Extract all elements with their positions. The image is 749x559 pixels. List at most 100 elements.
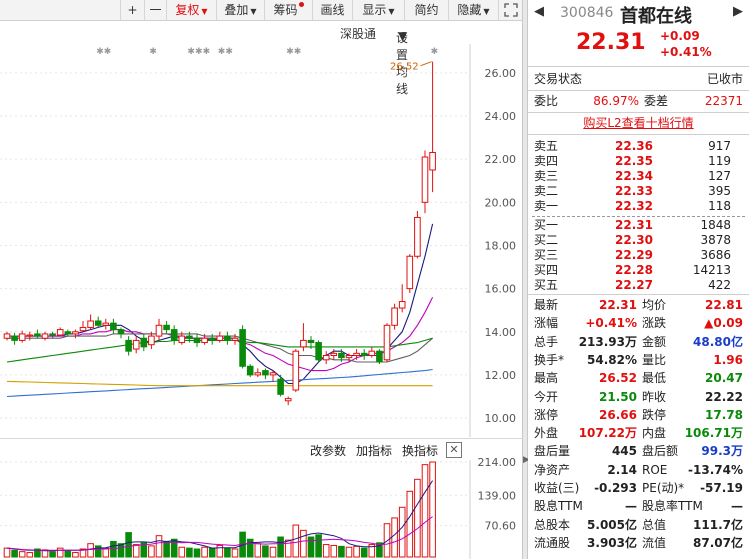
stat-value: -57.19 bbox=[700, 481, 743, 495]
book-volume: 127 bbox=[708, 169, 731, 183]
candle-body bbox=[368, 350, 376, 356]
candle-body bbox=[18, 333, 26, 341]
candle-body bbox=[315, 342, 322, 361]
stat-label: 均价 bbox=[642, 298, 667, 312]
candle-body bbox=[406, 255, 414, 290]
volume-bar bbox=[224, 547, 231, 558]
candle-body bbox=[64, 331, 72, 335]
stat-value: 21.50 bbox=[599, 389, 637, 404]
stat-value: 111.7亿 bbox=[693, 517, 743, 532]
stats-row: 盘后量 445 盘后额 99.3万 bbox=[528, 443, 749, 459]
stat-value: 2.14 bbox=[607, 462, 637, 477]
ask-row[interactable]: 卖五 22.36 917 bbox=[528, 138, 749, 154]
candle-body bbox=[353, 352, 360, 356]
bid-row[interactable]: 买二 22.30 3878 bbox=[528, 232, 749, 248]
candle-body bbox=[224, 335, 231, 341]
volume-bar bbox=[315, 534, 322, 558]
volume-bar bbox=[18, 551, 26, 558]
volume-bar bbox=[391, 517, 398, 558]
bid-row[interactable]: 买四 22.28 14213 bbox=[528, 262, 749, 278]
buy-l2-link[interactable]: 购买L2查看十档行情 bbox=[583, 116, 693, 130]
trade-status-label: 交易状态 bbox=[534, 72, 583, 86]
book-label: 买四 bbox=[534, 263, 559, 277]
stat-label: 盘后额 bbox=[642, 444, 679, 459]
bid-row[interactable]: 买一 22.31 1848 bbox=[528, 217, 749, 233]
stats-row: 流通股 3.903亿 流值 87.07亿 bbox=[528, 535, 749, 551]
candle-body bbox=[41, 333, 49, 339]
book-volume: 119 bbox=[708, 154, 731, 168]
quote-panel: ◀ 300846 首都在线 ▶ 22.31 +0.09 +0.41% 交易状态 … bbox=[528, 0, 749, 559]
price-tick-label: 10.00 bbox=[485, 412, 517, 425]
candle-body bbox=[239, 329, 246, 367]
stat-value: 22.22 bbox=[705, 389, 743, 404]
volume-bar bbox=[406, 490, 414, 558]
book-volume: 118 bbox=[708, 199, 731, 213]
stats-row: 外盘 107.22万 内盘 106.71万 bbox=[528, 425, 749, 441]
volume-bar bbox=[262, 545, 269, 558]
candle-body bbox=[429, 151, 436, 171]
stat-label: 流通股 bbox=[534, 535, 571, 550]
stat-label: 总值 bbox=[642, 517, 667, 532]
candle-body bbox=[26, 334, 34, 337]
book-label: 买五 bbox=[534, 278, 559, 292]
prev-stock-icon[interactable]: ◀ bbox=[534, 4, 544, 19]
event-marker-icon: ✱ bbox=[225, 47, 233, 57]
trade-status-value: 已收市 bbox=[706, 72, 743, 86]
add-indicator-button[interactable]: 加指标 bbox=[356, 442, 392, 459]
stats-row: 涨停 26.66 跌停 17.78 bbox=[528, 407, 749, 423]
book-label: 买二 bbox=[534, 233, 559, 247]
change-params-button[interactable]: 改参数 bbox=[310, 442, 346, 459]
candle-body bbox=[170, 329, 178, 341]
volume-bar bbox=[292, 524, 300, 558]
volume-bar bbox=[231, 548, 239, 558]
stat-value: +0.41% bbox=[585, 316, 637, 331]
bid-row[interactable]: 买五 22.27 422 bbox=[528, 277, 749, 293]
candle-body bbox=[208, 337, 216, 341]
volume-bar bbox=[353, 545, 360, 558]
stat-value: 20.47 bbox=[705, 371, 743, 386]
candle-body bbox=[421, 156, 429, 203]
stat-label: 盘后量 bbox=[534, 444, 571, 459]
candle-body bbox=[414, 216, 421, 257]
volume-bar bbox=[186, 547, 193, 558]
ask-row[interactable]: 卖一 22.32 118 bbox=[528, 198, 749, 214]
book-price: 22.28 bbox=[615, 263, 653, 277]
stat-value: 1.96 bbox=[713, 352, 743, 367]
stat-label: 内盘 bbox=[642, 426, 667, 441]
stat-value: 5.005亿 bbox=[587, 517, 637, 532]
next-stock-icon[interactable]: ▶ bbox=[733, 4, 743, 19]
bid-row[interactable]: 买三 22.29 3686 bbox=[528, 247, 749, 263]
weibi-label: 委比 bbox=[534, 94, 559, 108]
candle-body bbox=[34, 333, 41, 337]
book-price: 22.30 bbox=[615, 233, 653, 247]
ask-row[interactable]: 卖三 22.34 127 bbox=[528, 168, 749, 184]
candle-body bbox=[178, 335, 186, 344]
stat-value: 48.80亿 bbox=[693, 334, 743, 349]
volume-bar bbox=[132, 544, 140, 558]
collapse-arrow-icon[interactable]: ▶ bbox=[523, 455, 530, 465]
ma-lines bbox=[6, 223, 434, 398]
candle-body bbox=[391, 307, 398, 326]
book-price: 22.35 bbox=[615, 154, 653, 168]
kline-chart[interactable]: ✱ ✱ ✱ ✱ ✱ ✱ ✱ ✱ ✱ ✱ ✱ 26.0024.0022.0020.0018.0016.… bbox=[0, 0, 522, 559]
stat-value: 445 bbox=[611, 444, 637, 459]
candle-body bbox=[87, 320, 94, 328]
switch-indicator-button[interactable]: 换指标 bbox=[402, 442, 438, 459]
ask-row[interactable]: 卖四 22.35 119 bbox=[528, 153, 749, 169]
close-icon[interactable]: ✕ bbox=[446, 442, 462, 458]
event-markers: ✱ ✱ ✱ ✱ ✱ ✱ ✱ ✱ ✱ ✱ ✱ bbox=[96, 47, 438, 57]
book-price: 22.29 bbox=[615, 248, 653, 262]
stats-row: 今开 21.50 昨收 22.22 bbox=[528, 389, 749, 405]
event-marker-icon: ✱ bbox=[104, 47, 112, 57]
ask-row[interactable]: 卖二 22.33 395 bbox=[528, 183, 749, 199]
price-tick-label: 12.00 bbox=[485, 369, 517, 382]
stat-label: 最低 bbox=[642, 371, 667, 386]
book-volume: 3686 bbox=[700, 248, 731, 262]
stat-label: 最高 bbox=[534, 371, 559, 386]
candle-body bbox=[186, 335, 193, 339]
stock-name: 首都在线 bbox=[620, 6, 692, 27]
stat-label: 金额 bbox=[642, 334, 667, 349]
volume-bar bbox=[345, 546, 353, 558]
candle-body bbox=[140, 337, 148, 348]
volume-axis: 214.00139.0070.60 bbox=[478, 456, 517, 533]
